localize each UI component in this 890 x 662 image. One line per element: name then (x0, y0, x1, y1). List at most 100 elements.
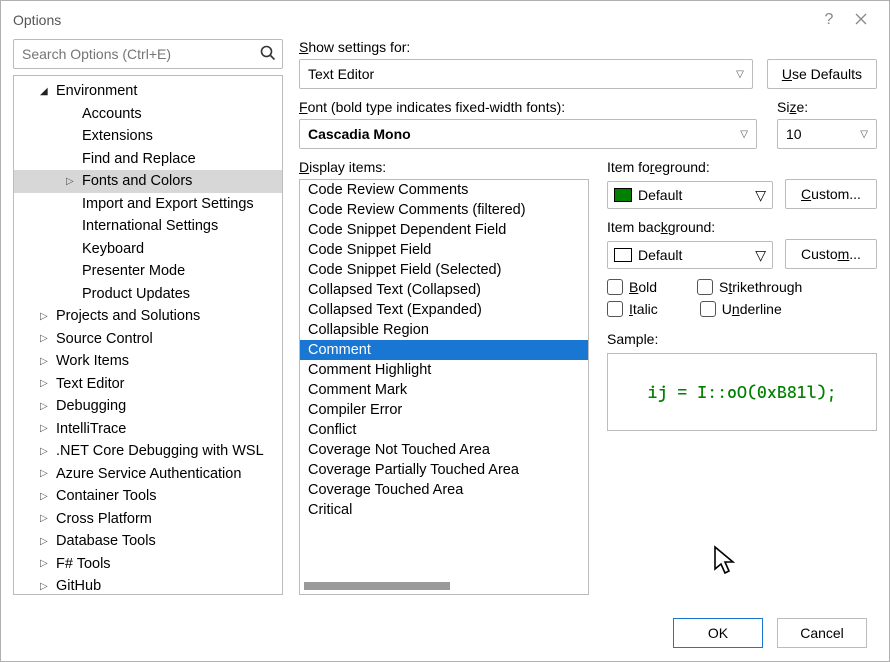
chevron-down-icon: ▽ (860, 129, 868, 140)
caret-right-icon: ▷ (40, 423, 52, 434)
bg-value: Default (638, 247, 682, 263)
fg-swatch (614, 188, 632, 202)
chevron-down-icon: ▽ (755, 247, 766, 264)
h-scrollbar[interactable] (304, 582, 570, 592)
caret-right-icon: ▷ (40, 401, 52, 412)
chevron-down-icon: ▽ (740, 129, 748, 140)
italic-checkbox[interactable]: Italic (607, 301, 658, 317)
font-combo[interactable]: Cascadia Mono ▽ (299, 119, 757, 149)
tree-node[interactable]: ▷ Debugging (14, 395, 282, 418)
tree-node[interactable]: ▷ Fonts and Colors (14, 170, 282, 193)
search-icon[interactable] (259, 44, 277, 67)
bg-custom-button[interactable]: Custom... (785, 239, 877, 269)
strike-checkbox[interactable]: Strikethrough (697, 279, 802, 295)
caret-right-icon: ▷ (40, 581, 52, 592)
display-item[interactable]: Comment (300, 340, 588, 360)
font-value: Cascadia Mono (308, 126, 411, 142)
fg-value: Default (638, 187, 682, 203)
fg-combo[interactable]: Default ▽ (607, 181, 773, 209)
display-item[interactable]: Code Snippet Field (Selected) (300, 260, 588, 280)
tree-node[interactable]: ▷Cross Platform (14, 508, 282, 531)
tree-node-label: GitHub (56, 578, 101, 594)
font-label: Font (bold type indicates fixed-width fo… (299, 99, 757, 115)
size-combo[interactable]: 10 ▽ (777, 119, 877, 149)
tree-node[interactable]: Import and Export Settings (14, 193, 282, 216)
sample-text: ij = I::oO(0xB81l); (647, 382, 836, 402)
chevron-down-icon: ▽ (736, 69, 744, 80)
display-item[interactable]: Code Snippet Dependent Field (300, 220, 588, 240)
tree-node-label: Import and Export Settings (82, 196, 254, 212)
bold-checkbox[interactable]: Bold (607, 279, 657, 295)
tree-node[interactable]: Keyboard (14, 238, 282, 261)
display-item[interactable]: Collapsed Text (Expanded) (300, 300, 588, 320)
tree-node-label: Fonts and Colors (82, 173, 192, 189)
display-item[interactable]: Compiler Error (300, 400, 588, 420)
tree-node[interactable]: ▷.NET Core Debugging with WSL (14, 440, 282, 463)
tree-node[interactable]: ◢ Environment (14, 80, 282, 103)
underline-checkbox[interactable]: Underline (700, 301, 782, 317)
ok-button[interactable]: OK (673, 618, 763, 648)
tree-node-label: Projects and Solutions (56, 308, 200, 324)
tree-node-label: Presenter Mode (82, 263, 185, 279)
tree-node[interactable]: Product Updates (14, 283, 282, 306)
bg-combo[interactable]: Default ▽ (607, 241, 773, 269)
cancel-button[interactable]: Cancel (777, 618, 867, 648)
tree-node[interactable]: ▷Work Items (14, 350, 282, 373)
sample-box: ij = I::oO(0xB81l); (607, 353, 877, 431)
tree-node-label: .NET Core Debugging with WSL (56, 443, 264, 459)
show-settings-combo[interactable]: Text Editor ▽ (299, 59, 753, 89)
display-item[interactable]: Critical (300, 500, 588, 520)
caret-down-icon: ◢ (40, 86, 52, 97)
tree-node[interactable]: Accounts (14, 103, 282, 126)
tree-node[interactable]: ▷Projects and Solutions (14, 305, 282, 328)
sample-label: Sample: (607, 331, 877, 347)
caret-right-icon: ▷ (66, 176, 78, 187)
tree-node[interactable]: ▷Source Control (14, 328, 282, 351)
tree-node-label: F# Tools (56, 556, 111, 572)
tree-node[interactable]: ▷Azure Service Authentication (14, 463, 282, 486)
tree-node-label: Debugging (56, 398, 126, 414)
tree-node[interactable]: Find and Replace (14, 148, 282, 171)
use-defaults-button[interactable]: Use Defaults (767, 59, 877, 89)
tree-node-label: Keyboard (82, 241, 144, 257)
fg-custom-button[interactable]: Custom... (785, 179, 877, 209)
tree-node-label: Find and Replace (82, 151, 196, 167)
tree-node-label: Environment (56, 83, 137, 99)
help-button[interactable]: ? (813, 11, 845, 29)
display-item[interactable]: Code Review Comments (filtered) (300, 200, 588, 220)
tree-node-label: Accounts (82, 106, 142, 122)
display-item[interactable]: Collapsed Text (Collapsed) (300, 280, 588, 300)
display-item[interactable]: Comment Highlight (300, 360, 588, 380)
titlebar: Options ? (1, 1, 889, 39)
tree-node[interactable]: ▷Database Tools (14, 530, 282, 553)
bg-label: Item background: (607, 219, 877, 235)
display-items-label: Display items: (299, 159, 589, 175)
close-button[interactable] (845, 13, 877, 28)
display-item[interactable]: Code Review Comments (300, 180, 588, 200)
tree-node-label: Product Updates (82, 286, 190, 302)
display-item[interactable]: Coverage Touched Area (300, 480, 588, 500)
tree-node[interactable]: Presenter Mode (14, 260, 282, 283)
caret-right-icon: ▷ (40, 356, 52, 367)
tree-node[interactable]: ▷IntelliTrace (14, 418, 282, 441)
tree-node[interactable]: ▷ GitHub (14, 575, 282, 595)
fg-label: Item foreground: (607, 159, 877, 175)
tree-node[interactable]: Extensions (14, 125, 282, 148)
display-items-listbox[interactable]: Code Review CommentsCode Review Comments… (299, 179, 589, 595)
nav-tree[interactable]: ◢ Environment Accounts Extensions Find and R… (13, 75, 283, 595)
tree-node[interactable]: ▷F# Tools (14, 553, 282, 576)
display-item[interactable]: Coverage Partially Touched Area (300, 460, 588, 480)
display-item[interactable]: Coverage Not Touched Area (300, 440, 588, 460)
display-item[interactable]: Code Snippet Field (300, 240, 588, 260)
tree-node-label: Database Tools (56, 533, 156, 549)
tree-node[interactable]: ▷Text Editor (14, 373, 282, 396)
tree-node-label: Text Editor (56, 376, 125, 392)
show-settings-value: Text Editor (308, 66, 374, 82)
search-input[interactable] (13, 39, 283, 69)
options-dialog: Options ? ◢ Environment Accounts Extensions… (0, 0, 890, 662)
display-item[interactable]: Collapsible Region (300, 320, 588, 340)
display-item[interactable]: Comment Mark (300, 380, 588, 400)
tree-node[interactable]: ▷Container Tools (14, 485, 282, 508)
display-item[interactable]: Conflict (300, 420, 588, 440)
tree-node[interactable]: International Settings (14, 215, 282, 238)
